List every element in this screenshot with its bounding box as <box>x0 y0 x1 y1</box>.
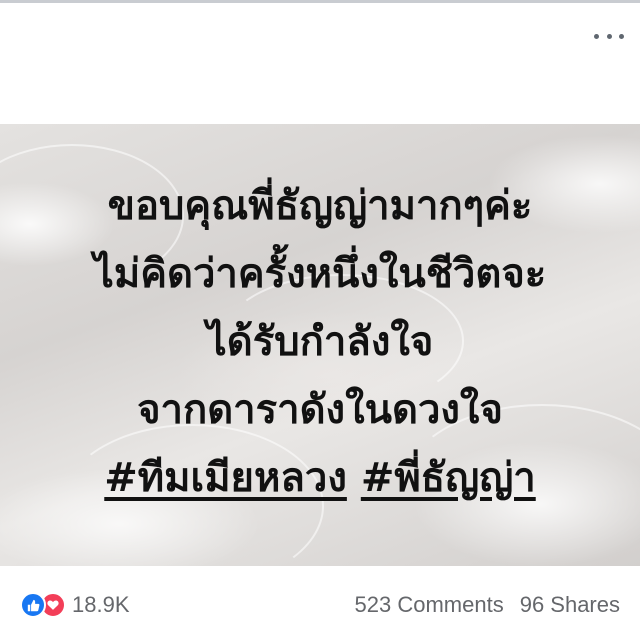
post-text-line: ขอบคุณพี่ธัญญ่ามากๆค่ะ <box>107 183 533 229</box>
thumbs-up-icon <box>27 599 39 611</box>
post-text: ขอบคุณพี่ธัญญ่ามากๆค่ะ ไม่คิดว่าครั้งหนึ… <box>0 172 640 512</box>
post-text-line: จากดาราดังในดวงใจ <box>137 387 503 433</box>
hashtag-link[interactable]: #ทีมเมียหลวง <box>104 455 347 501</box>
shares-count-link[interactable]: 96 Shares <box>520 592 620 618</box>
comments-count-link[interactable]: 523 Comments <box>355 592 504 618</box>
hashtag-link[interactable]: #พี่ธัญญ่า <box>361 455 536 501</box>
post-footer: 18.9K 523 Comments 96 Shares <box>0 566 640 640</box>
like-reaction-icon <box>20 592 46 618</box>
top-border <box>0 0 640 3</box>
reactions-summary[interactable]: 18.9K <box>20 592 130 618</box>
post-text-line: ไม่คิดว่าครั้งหนึ่งในชีวิตจะ <box>93 251 547 297</box>
more-options-dot <box>619 33 624 39</box>
more-options-dot <box>606 33 612 39</box>
heart-icon <box>47 600 59 610</box>
reaction-count: 18.9K <box>72 592 130 617</box>
hashtag-line: #ทีมเมียหลวง #พี่ธัญญ่า <box>0 444 640 512</box>
more-options-button[interactable] <box>594 26 624 46</box>
post-text-line: ได้รับกำลังใจ <box>206 319 434 365</box>
more-options-icon <box>594 33 599 39</box>
post-image[interactable]: ขอบคุณพี่ธัญญ่ามากๆค่ะ ไม่คิดว่าครั้งหนึ… <box>0 124 640 566</box>
post-stats: 523 Comments 96 Shares <box>355 592 620 618</box>
